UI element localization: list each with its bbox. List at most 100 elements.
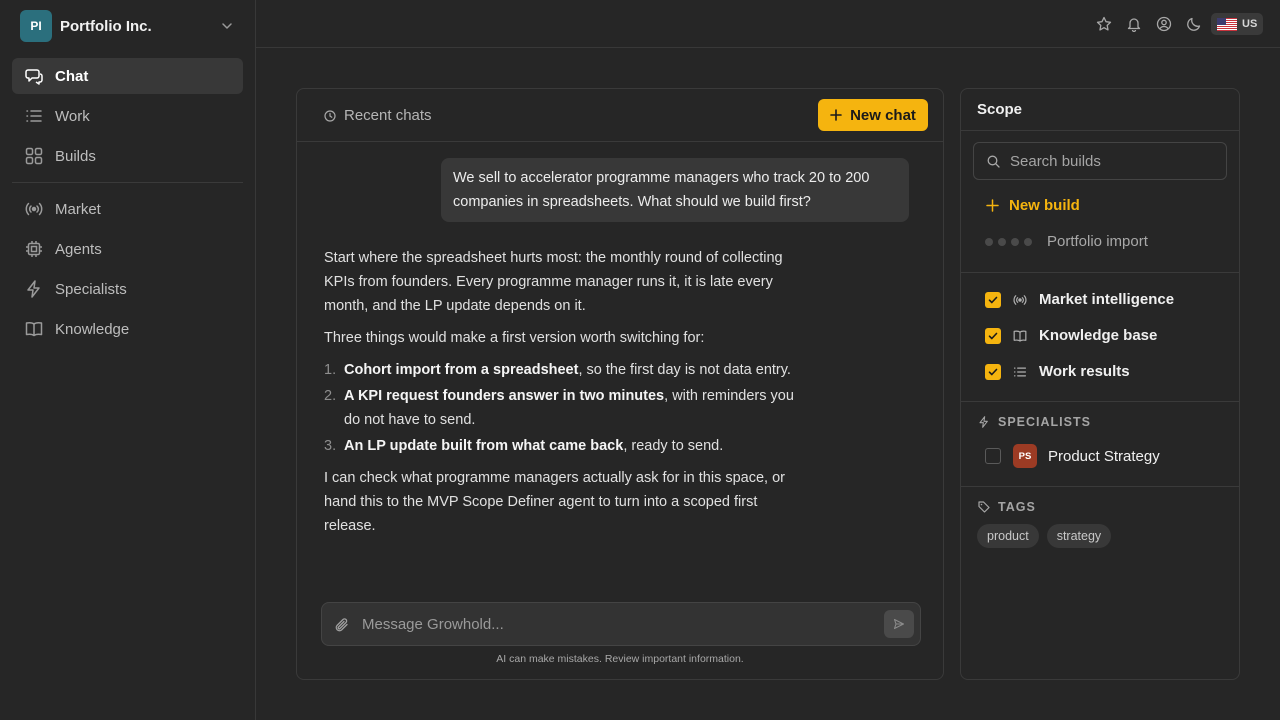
list-number: 2. <box>324 388 337 404</box>
new-chat-label: New chat <box>850 106 916 124</box>
sidebar-divider <box>12 182 243 183</box>
book-icon <box>25 321 43 337</box>
grid-icon <box>25 147 43 165</box>
bolt-icon <box>27 280 40 298</box>
sidebar-item-work[interactable]: Work <box>12 98 243 134</box>
source-market-intelligence[interactable]: Market intelligence <box>985 291 1174 308</box>
sidebar-item-builds[interactable]: Builds <box>12 138 243 174</box>
sidebar-item-label: Agents <box>55 240 102 258</box>
locale-label: US <box>1242 18 1258 30</box>
assistant-list: 1. Cohort import from a spreadsheet, so t… <box>324 358 794 458</box>
check-icon <box>988 368 998 375</box>
locale-selector[interactable]: US <box>1211 13 1263 35</box>
new-build-label: New build <box>1009 197 1080 214</box>
assistant-message: Start where the spreadsheet hurts most: … <box>324 246 794 546</box>
sidebar-item-knowledge[interactable]: Knowledge <box>12 311 243 347</box>
list-item-text: , so the first day is not data entry. <box>578 362 791 378</box>
message-input[interactable] <box>362 611 872 637</box>
assistant-intro: Start where the spreadsheet hurts most: … <box>324 250 783 314</box>
list-item-text: , ready to send. <box>623 438 724 454</box>
specialists-heading: SPECIALISTS <box>978 415 1091 429</box>
book-icon <box>1013 330 1027 342</box>
divider <box>961 130 1239 131</box>
ai-disclaimer: AI can make mistakes. Review important i… <box>496 653 744 665</box>
org-switcher[interactable]: PI Portfolio Inc. <box>20 10 242 42</box>
tags-heading: TAGS <box>978 500 1036 514</box>
specialists-heading-label: SPECIALISTS <box>998 415 1091 429</box>
chip-icon <box>26 241 42 257</box>
specialist-avatar: PS <box>1013 444 1037 468</box>
checkbox-checked[interactable] <box>985 363 1001 380</box>
bolt-icon <box>979 416 988 428</box>
source-label: Knowledge base <box>1039 327 1158 344</box>
top-bar: US <box>256 0 1280 48</box>
check-icon <box>988 296 998 303</box>
sidebar-item-label: Knowledge <box>55 320 130 338</box>
source-label: Work results <box>1039 363 1130 380</box>
list-icon <box>1013 367 1027 376</box>
specialist-product-strategy[interactable]: PS Product Strategy <box>985 444 1160 468</box>
tags-heading-label: TAGS <box>998 500 1036 514</box>
user-circle-icon[interactable] <box>1156 16 1172 32</box>
list-icon <box>26 110 42 122</box>
build-item-label: Portfolio import <box>1047 233 1148 250</box>
checkbox-checked[interactable] <box>985 327 1001 344</box>
chat-header: Recent chats New chat <box>297 89 943 142</box>
sidebar-item-specialists[interactable]: Specialists <box>12 271 243 307</box>
list-number: 3. <box>324 438 337 454</box>
list-item-bold: Cohort import from a spreadsheet <box>344 362 579 378</box>
build-item-pending[interactable]: Portfolio import <box>985 233 1148 250</box>
bell-icon[interactable] <box>1126 16 1142 32</box>
scope-title: Scope <box>977 101 1023 118</box>
sidebar-item-label: Chat <box>55 67 89 85</box>
broadcast-icon <box>1013 294 1027 305</box>
star-icon[interactable] <box>1096 16 1112 32</box>
search-icon <box>987 155 1000 168</box>
list-item: 3. An LP update built from what came back… <box>324 434 794 458</box>
tag-chip[interactable]: strategy <box>1046 524 1112 548</box>
us-flag-icon <box>1217 17 1237 31</box>
source-work-results[interactable]: Work results <box>985 363 1130 380</box>
sidebar-item-agents[interactable]: Agents <box>12 231 243 267</box>
source-label: Market intelligence <box>1039 291 1175 308</box>
sidebar-item-market[interactable]: Market <box>12 191 243 227</box>
paperclip-icon[interactable] <box>334 617 350 633</box>
new-build-button[interactable]: New build <box>986 197 1080 214</box>
source-knowledge-base[interactable]: Knowledge base <box>985 327 1157 344</box>
search-builds <box>973 142 1227 180</box>
list-number: 1. <box>324 362 337 378</box>
recent-chats-label: Recent chats <box>344 107 432 124</box>
divider <box>961 486 1239 487</box>
send-icon <box>893 618 905 630</box>
search-builds-input[interactable] <box>1010 152 1220 170</box>
checkbox-checked[interactable] <box>985 291 1001 308</box>
recent-chats-button[interactable]: Recent chats <box>324 107 432 124</box>
tag-chip[interactable]: product <box>977 524 1039 548</box>
loading-dots-icon <box>985 237 1037 246</box>
sidebar-item-label: Work <box>55 107 90 125</box>
tag-list: product strategy <box>977 524 1119 548</box>
chevron-down-icon <box>222 23 232 29</box>
check-icon <box>988 332 998 339</box>
sidebar-item-label: Market <box>55 200 101 218</box>
moon-icon[interactable] <box>1186 16 1202 32</box>
org-avatar: PI <box>20 10 52 42</box>
assistant-lead: Three things would make a first version … <box>324 330 705 346</box>
send-button[interactable] <box>884 610 914 638</box>
scope-panel: Scope New build Portfolio import Market … <box>960 88 1240 680</box>
new-chat-button[interactable]: New chat <box>818 99 928 131</box>
sidebar-item-chat[interactable]: Chat <box>12 58 243 94</box>
assistant-outro: I can check what programme managers actu… <box>324 470 785 534</box>
checkbox-unchecked[interactable] <box>985 448 1001 464</box>
message-composer <box>321 602 921 646</box>
chat-panel: Recent chats New chat We sell to acceler… <box>296 88 944 680</box>
clock-icon <box>324 109 336 122</box>
tag-icon <box>978 501 990 513</box>
sidebar-item-label: Specialists <box>55 280 127 298</box>
list-item: 1. Cohort import from a spreadsheet, so t… <box>324 358 794 382</box>
sidebar: PI Portfolio Inc. Chat Work Builds Marke… <box>0 0 256 720</box>
chat-icon <box>25 69 43 85</box>
list-item-bold: A KPI request founders answer in two min… <box>344 388 665 404</box>
plus-icon <box>986 199 999 212</box>
broadcast-icon <box>25 202 43 216</box>
